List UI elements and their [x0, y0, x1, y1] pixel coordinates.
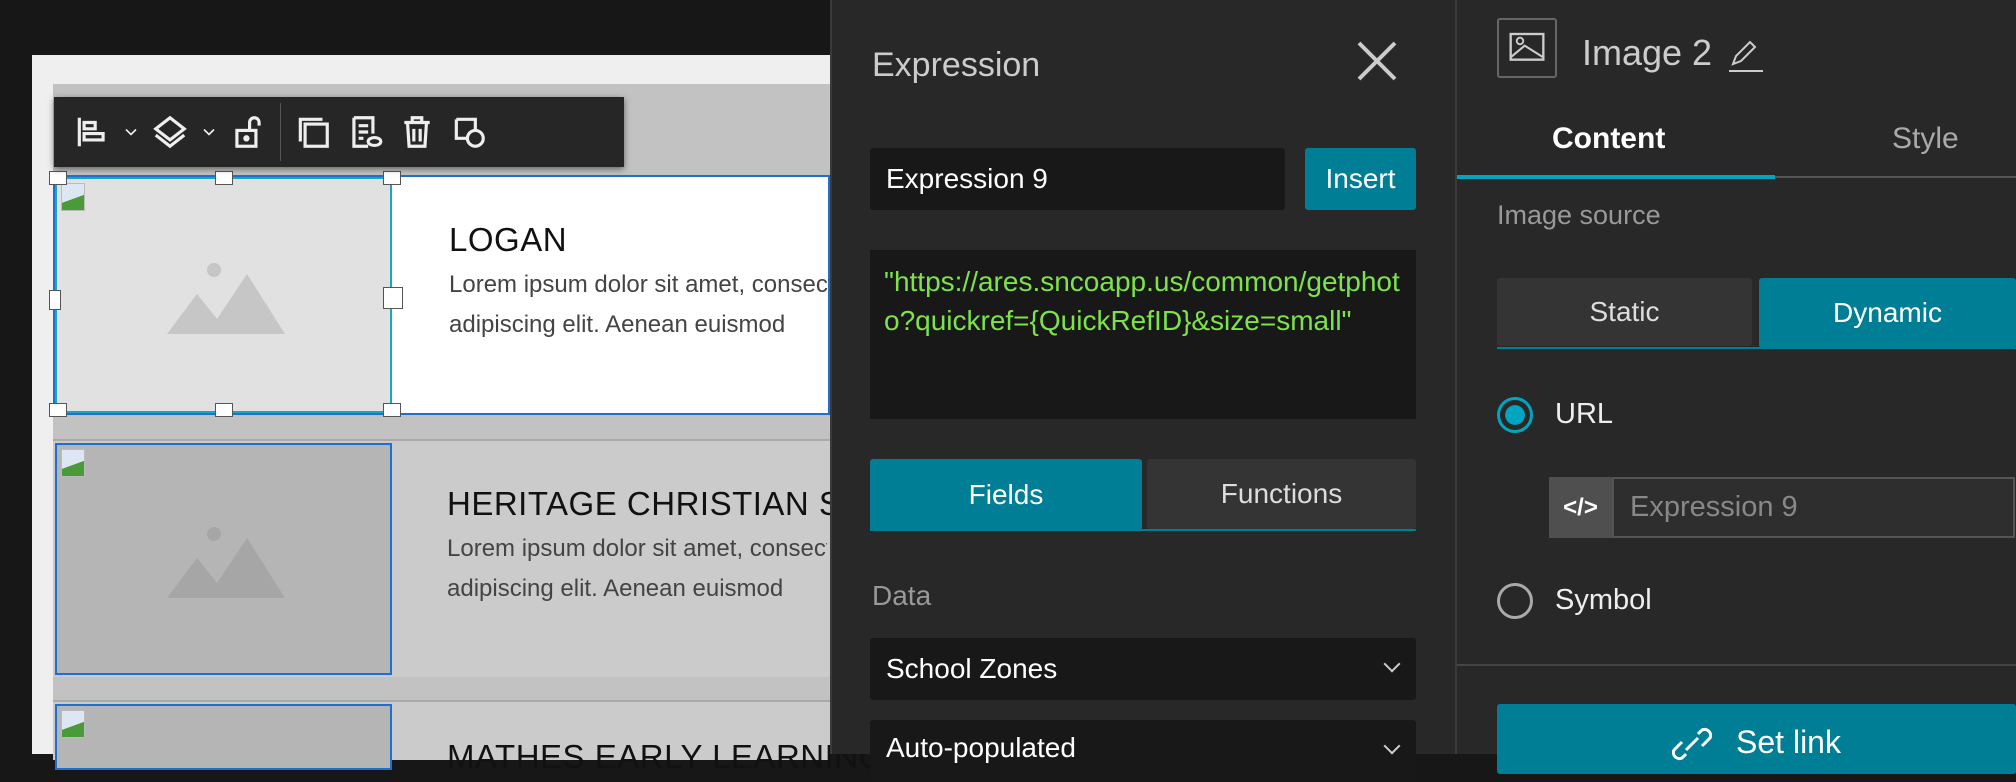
set-link-button[interactable]: Set link: [1497, 704, 2016, 774]
dynamic-option[interactable]: Dynamic: [1759, 278, 2016, 348]
expression-name-input[interactable]: Expression 9: [870, 148, 1285, 210]
link-icon: [1672, 727, 1713, 761]
item-description: Lorem ipsum dolor sit amet, consectetura…: [447, 535, 827, 602]
image-placeholder-icon: [167, 263, 285, 334]
data-label: Data: [872, 580, 932, 611]
image-widget-icon: [1497, 18, 1557, 78]
broken-image-icon: [61, 183, 85, 211]
url-radio[interactable]: [1497, 397, 1533, 433]
list-item[interactable]: HERITAGE CHRISTIAN SCHOOL Lorem ipsum do…: [53, 439, 961, 677]
segmented-underline: [1497, 347, 2016, 349]
resize-handle[interactable]: [49, 290, 61, 310]
list-item[interactable]: LOGAN Lorem ipsum dolor sit amet, consec…: [49, 171, 830, 417]
hide-content-icon[interactable]: [339, 106, 391, 158]
symbol-label: Symbol: [1555, 584, 1652, 616]
delete-icon[interactable]: [391, 106, 443, 158]
resize-handle[interactable]: [383, 171, 401, 185]
edit-pencil-icon[interactable]: [1727, 36, 1765, 74]
widget-toolbar: [54, 97, 624, 167]
list-item[interactable]: MATHES EARLY LEARNING: [53, 700, 884, 775]
broken-image-icon: [61, 710, 85, 738]
code-expression-icon[interactable]: </>: [1549, 477, 1612, 538]
broken-image-icon: [61, 449, 85, 477]
layers-icon[interactable]: [144, 106, 196, 158]
data-source-select[interactable]: School Zones: [870, 638, 1416, 700]
active-tab-indicator: [1457, 175, 1775, 179]
unlock-icon[interactable]: [222, 106, 274, 158]
image-placeholder-icon: [167, 527, 285, 598]
panel-title: Expression: [872, 46, 1041, 84]
resize-handle[interactable]: [383, 403, 401, 417]
tab-functions[interactable]: Functions: [1147, 459, 1416, 529]
tab-style[interactable]: Style: [1892, 122, 1959, 156]
image-widget-selected[interactable]: [55, 177, 392, 413]
tabs-underline: [870, 529, 1416, 531]
item-title: LOGAN: [449, 221, 568, 258]
image-widget[interactable]: [55, 704, 392, 770]
static-option[interactable]: Static: [1497, 278, 1752, 346]
resize-handle[interactable]: [215, 171, 233, 185]
image-source-label: Image source: [1497, 200, 1661, 230]
duplicate-icon[interactable]: [287, 106, 339, 158]
close-icon[interactable]: [1356, 40, 1398, 82]
field-filter-select[interactable]: Auto-populated: [870, 720, 1416, 782]
url-label: URL: [1555, 398, 1614, 430]
tab-content[interactable]: Content: [1552, 122, 1665, 156]
settings-panel: Image 2 Content Style Image source Stati…: [1457, 0, 2016, 774]
resize-handle[interactable]: [383, 287, 403, 309]
resize-handle[interactable]: [49, 171, 67, 185]
image-widget[interactable]: [55, 443, 392, 675]
shape-icon[interactable]: [443, 106, 495, 158]
chevron-down-icon: [1383, 655, 1401, 673]
tab-fields[interactable]: Fields: [870, 459, 1142, 531]
symbol-radio[interactable]: [1497, 583, 1533, 619]
item-description: Lorem ipsum dolor sit amet, consectetura…: [449, 271, 829, 338]
url-expression-input[interactable]: Expression 9: [1612, 477, 2015, 538]
expression-code-editor[interactable]: "https://ares.sncoapp.us/common/getphoto…: [870, 250, 1416, 419]
chevron-down-icon: [1383, 737, 1401, 755]
resize-handle[interactable]: [215, 403, 233, 417]
align-icon[interactable]: [66, 106, 118, 158]
chevron-down-icon[interactable]: [196, 106, 222, 158]
resize-handle[interactable]: [49, 403, 67, 417]
insert-button[interactable]: Insert: [1305, 148, 1416, 210]
chevron-down-icon[interactable]: [118, 106, 144, 158]
section-divider: [1457, 664, 2016, 666]
item-title: MATHES EARLY LEARNING: [447, 738, 885, 775]
expression-panel: Expression Expression 9 Insert "https://…: [830, 0, 1457, 782]
widget-title: Image 2: [1582, 32, 1713, 73]
toolbar-divider: [280, 103, 281, 161]
